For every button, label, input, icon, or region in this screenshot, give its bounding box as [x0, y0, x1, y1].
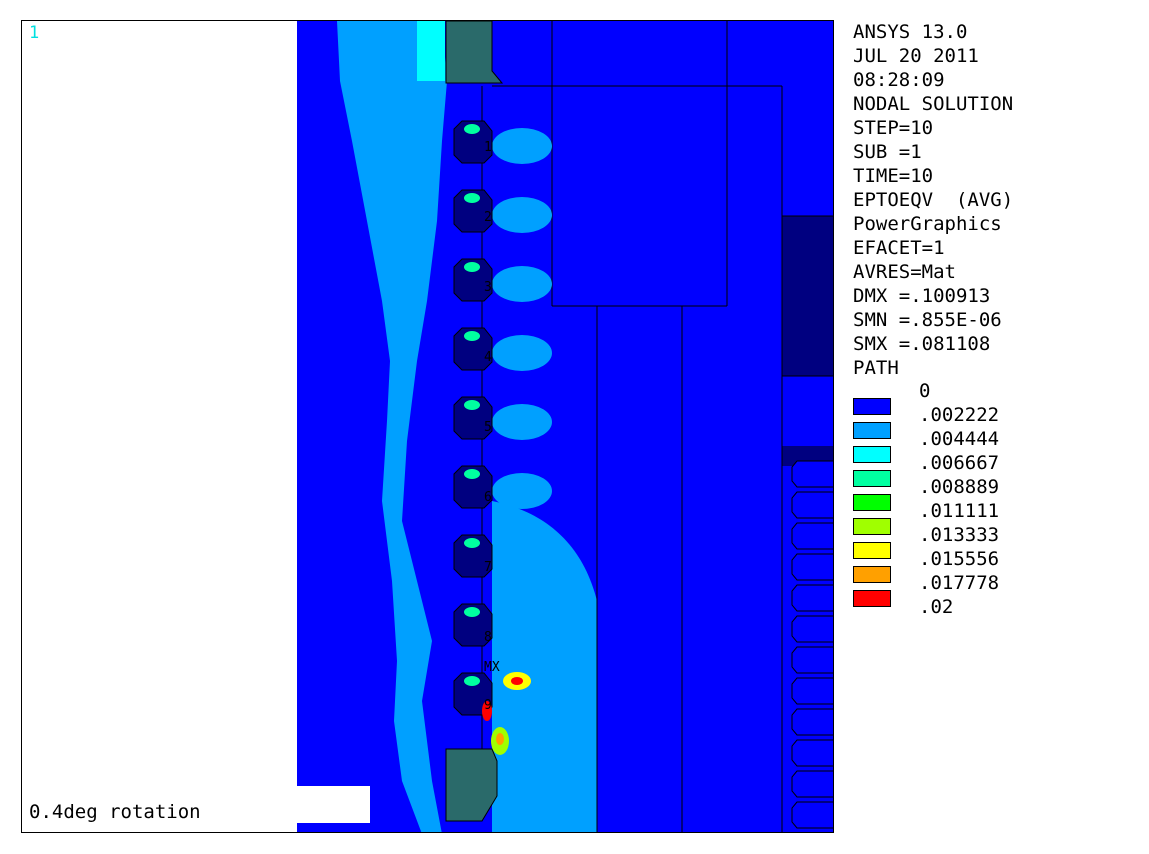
path-label: 8	[484, 630, 492, 645]
root-strain	[464, 124, 480, 134]
strain-peak-top	[417, 21, 445, 81]
legend-level: .015556	[919, 548, 1000, 570]
right-thread-tooth	[791, 770, 833, 798]
blank-region	[22, 21, 297, 832]
legend-level: .02	[919, 596, 954, 618]
legend-swatch	[853, 470, 891, 487]
plot-caption: 0.4deg rotation	[29, 801, 201, 823]
info-line: JUL 20 2011	[853, 45, 979, 67]
window-number: 1	[29, 23, 40, 43]
info-line: EFACET=1	[853, 237, 945, 259]
path-label: 5	[484, 420, 492, 435]
strain-lobe	[492, 542, 552, 578]
right-thread-tooth	[791, 460, 833, 488]
info-line: AVRES=Mat	[853, 261, 956, 283]
legend-level: 0	[919, 380, 931, 402]
solution-info: ANSYS 13.0 JUL 20 2011 08:28:09 NODAL SO…	[853, 20, 1143, 380]
info-line: DMX =.100913	[853, 285, 991, 307]
navy-block-upper	[782, 216, 833, 376]
root-strain	[464, 607, 480, 617]
root-strain	[464, 262, 480, 272]
left-thread-profile	[453, 120, 552, 716]
legend-level: .004444	[919, 428, 1000, 450]
right-thread-tooth	[791, 677, 833, 705]
info-line: SMN =.855E-06	[853, 309, 1002, 331]
info-line: SMX =.081108	[853, 333, 991, 355]
legend-level: .002222	[919, 404, 1000, 426]
root-strain	[464, 400, 480, 410]
right-thread-tooth	[791, 615, 833, 643]
right-thread-tooth	[791, 708, 833, 736]
root-strain	[464, 331, 480, 341]
plot-viewport: 1 2 3 4 5 6 7 8 MX 9 1 0.4deg rotation	[21, 20, 834, 833]
root-strain	[464, 193, 480, 203]
legend-swatch	[853, 542, 891, 559]
legend-swatch	[853, 398, 891, 415]
legend-swatch	[853, 590, 891, 607]
path-label: 3	[484, 280, 492, 295]
info-line: TIME=10	[853, 165, 934, 187]
right-thread-tooth	[791, 646, 833, 674]
info-line: PowerGraphics	[853, 213, 1002, 235]
legend-swatch	[853, 494, 891, 511]
strain-lobe	[492, 473, 552, 509]
root-strain	[464, 469, 480, 479]
strain-lobe	[492, 197, 552, 233]
root-strain	[464, 538, 480, 548]
info-line: ANSYS 13.0	[853, 21, 968, 43]
strain-lobe	[492, 611, 552, 647]
contour-plot: 1 2 3 4 5 6 7 8 MX 9	[22, 21, 833, 832]
hotspot-9-core	[496, 733, 504, 745]
legend-swatch	[853, 422, 891, 439]
strain-lobe	[492, 128, 552, 164]
legend-level: .006667	[919, 452, 1000, 474]
caption-box	[297, 786, 370, 823]
info-line: STEP=10	[853, 117, 934, 139]
right-thread-tooth	[791, 491, 833, 519]
right-thread-tooth	[791, 801, 833, 829]
path-label: 6	[484, 490, 492, 505]
strain-lobe	[492, 404, 552, 440]
legend-swatch	[853, 518, 891, 535]
path-label: 2	[484, 210, 492, 225]
strain-lobe	[492, 335, 552, 371]
path-label: 4	[484, 350, 492, 365]
legend-level: .017778	[919, 572, 1000, 594]
path-label: 9	[484, 698, 492, 713]
info-line: 08:28:09	[853, 69, 945, 91]
path-label: MX	[484, 660, 500, 675]
legend-level: .013333	[919, 524, 1000, 546]
legend-swatch	[853, 446, 891, 463]
right-thread-tooth	[791, 739, 833, 767]
legend-level: .011111	[919, 500, 1000, 522]
hotspot-mx-core	[511, 677, 523, 685]
info-line: PATH	[853, 357, 899, 379]
info-line: EPTOEQV (AVG)	[853, 189, 1014, 211]
right-thread-tooth	[791, 522, 833, 550]
path-label: 7	[484, 560, 492, 575]
info-line: SUB =1	[853, 141, 922, 163]
info-line: NODAL SOLUTION	[853, 93, 1014, 115]
legend-swatch	[853, 566, 891, 583]
right-thread-tooth	[791, 553, 833, 581]
strain-lobe	[492, 266, 552, 302]
root-strain	[464, 676, 480, 686]
path-label: 1	[484, 140, 492, 155]
right-thread-tooth	[791, 584, 833, 612]
legend-level: .008889	[919, 476, 1000, 498]
